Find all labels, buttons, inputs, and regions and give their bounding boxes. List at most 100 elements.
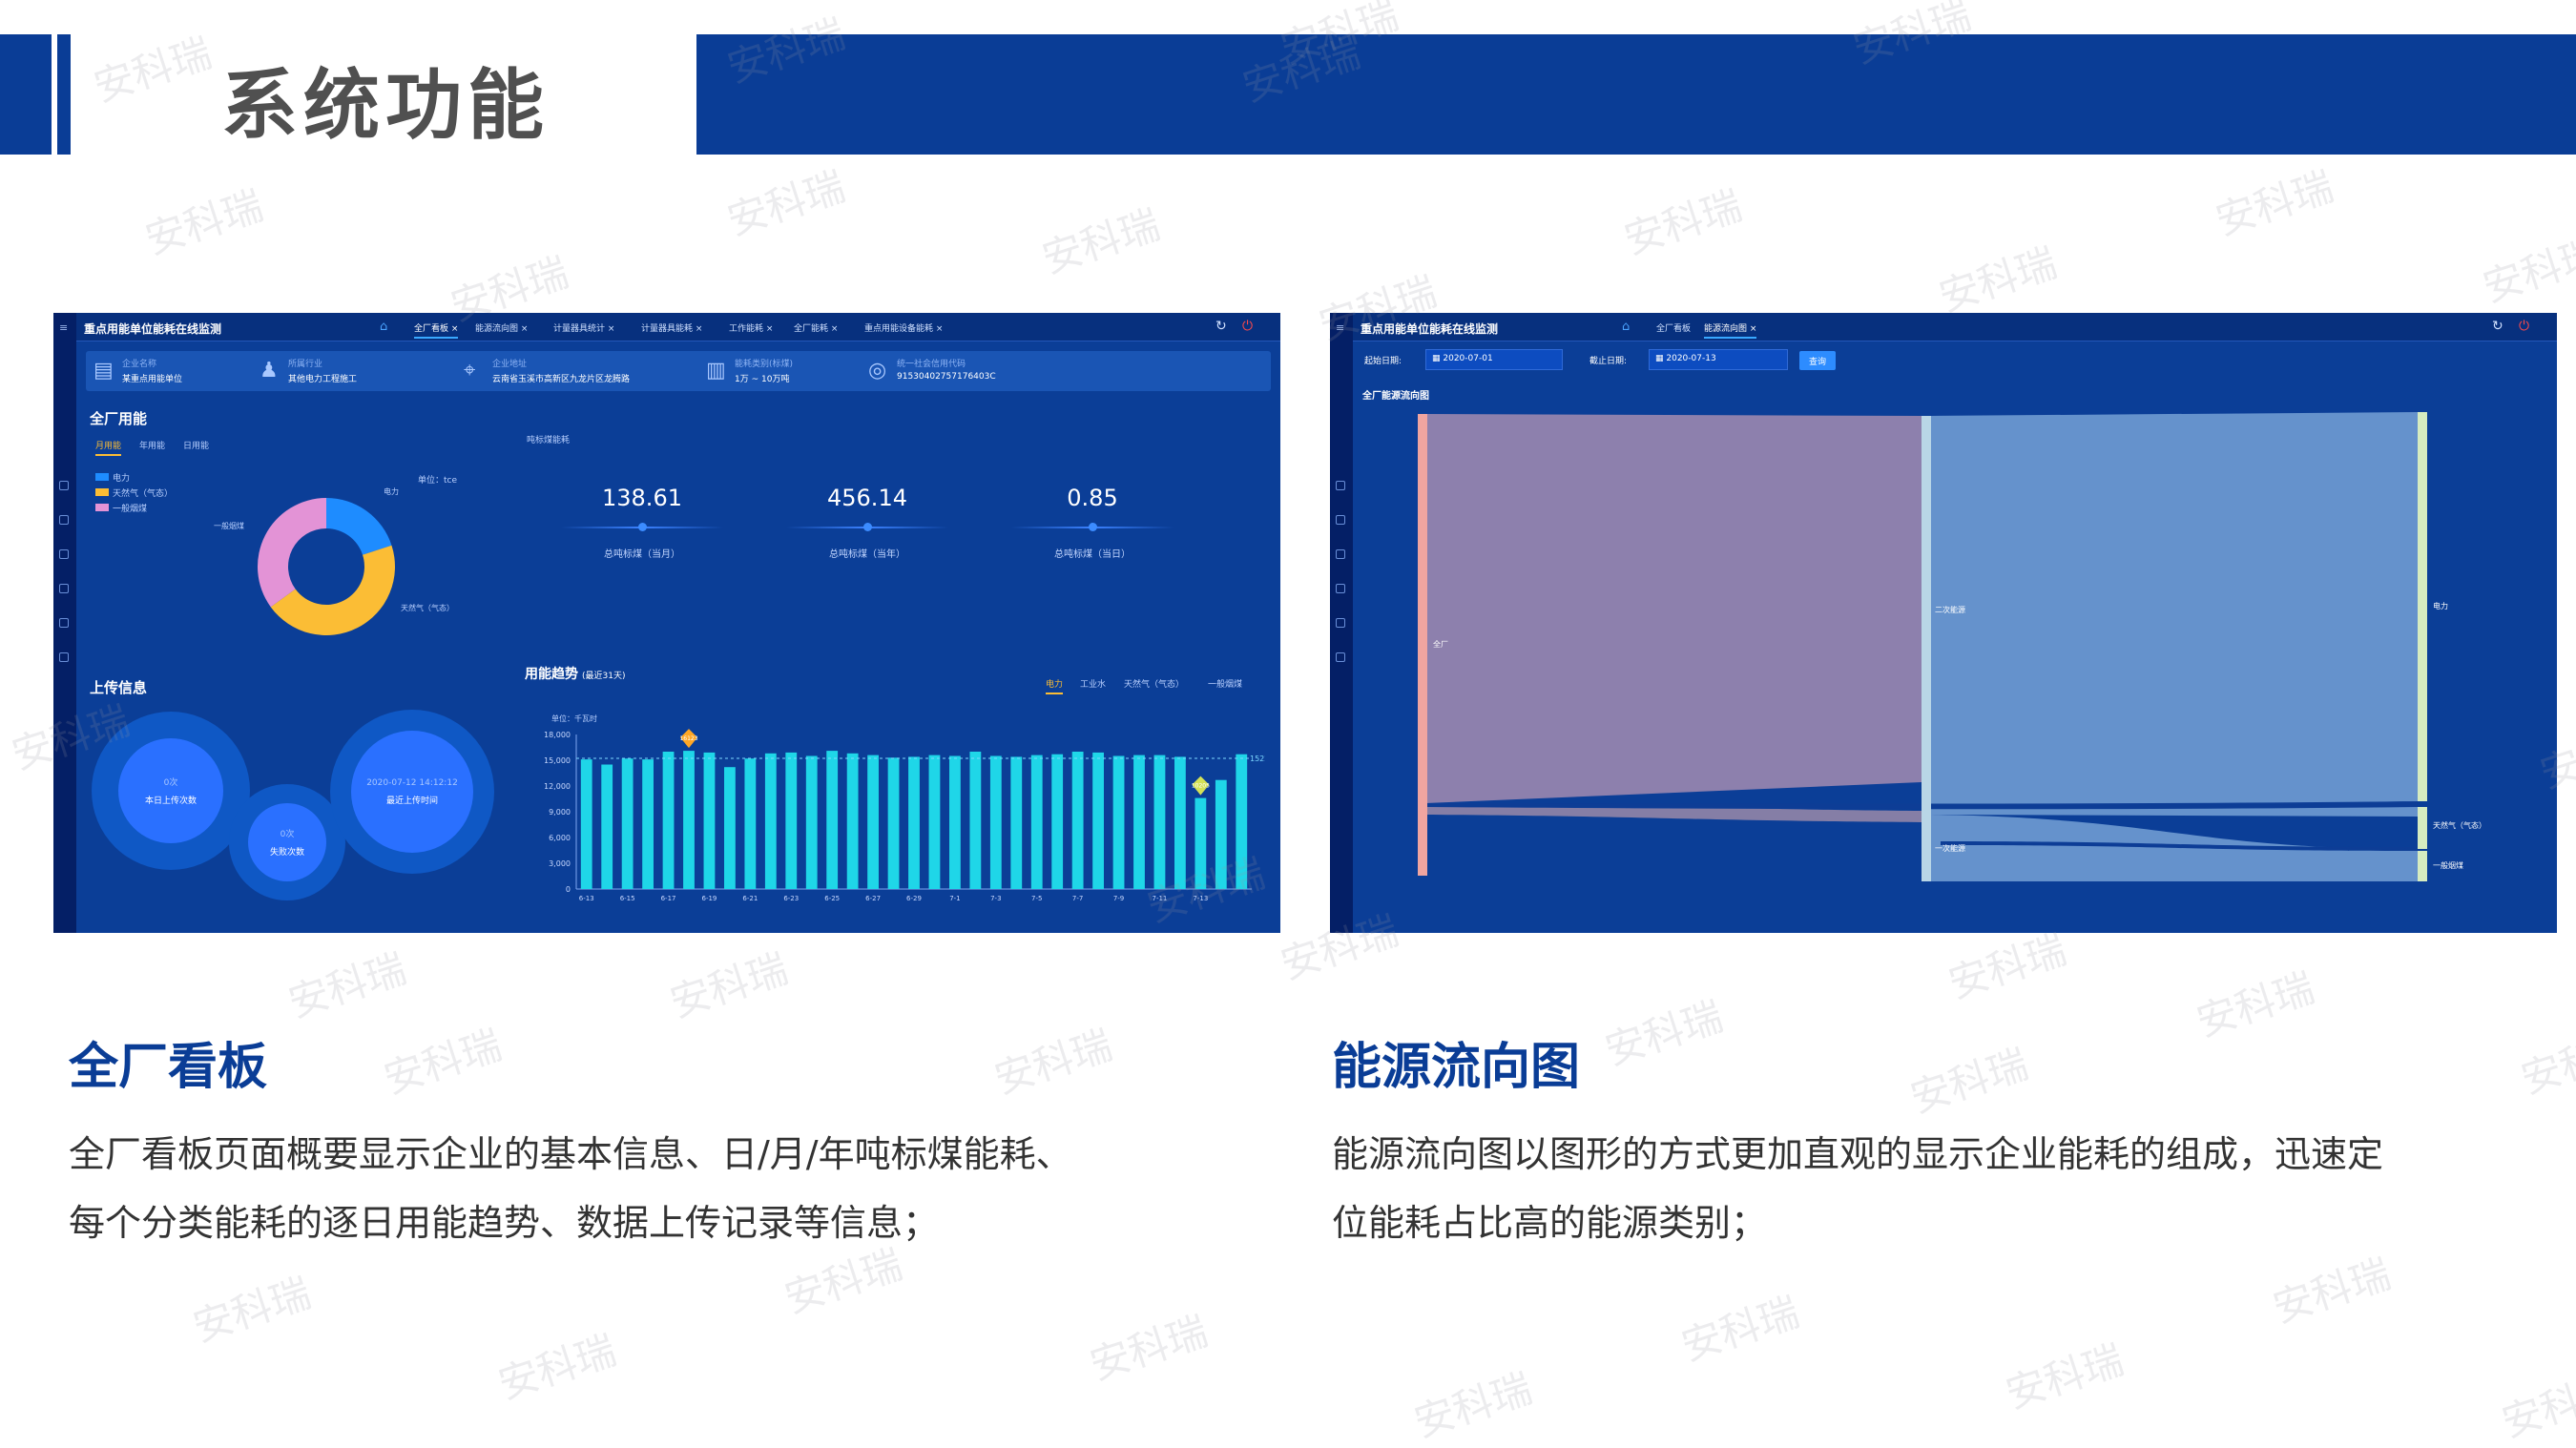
min-marker-label: 10205	[1192, 783, 1210, 790]
x-tick-label: 6-25	[824, 895, 840, 902]
watermark-text: 安科瑞	[988, 1021, 1118, 1104]
x-tick-label: 7-7	[1072, 895, 1083, 902]
nav-icon-1[interactable]	[59, 481, 69, 490]
tab-key-equipment[interactable]: 重点用能设备能耗 ×	[864, 321, 943, 334]
bar	[703, 752, 716, 889]
average-label: 15227.65	[1250, 755, 1265, 763]
donut-label-coal: 一般烟煤	[214, 522, 244, 530]
x-tick-label: 7-5	[1031, 895, 1042, 902]
y-tick-label: 3,000	[549, 859, 571, 868]
watermark-text: 安科瑞	[2477, 229, 2576, 312]
tab-meter-stats[interactable]: 计量器具统计 ×	[553, 321, 614, 334]
header-banner	[696, 34, 2576, 155]
node-label-primary: 一次能源	[1935, 843, 1965, 853]
top-bar: 重点用能单位能耗在线监测 ⌂ 全厂看板 × 能源流向图 × 计量器具统计 × 计…	[76, 313, 1280, 341]
trend-tab-water[interactable]: 工业水	[1080, 677, 1106, 690]
watermark-text: 安科瑞	[1599, 992, 1729, 1075]
header-accent-stripe	[57, 34, 71, 155]
kpi-day-label: 总吨标煤（当日）	[1054, 549, 1131, 560]
y-tick-label: 15,000	[544, 756, 571, 765]
bar	[949, 755, 961, 889]
watermark-text: 安科瑞	[2210, 162, 2339, 245]
x-tick-label: 7-11	[1153, 895, 1168, 902]
bar	[969, 752, 982, 889]
power-icon[interactable]: ⏻	[1242, 319, 1253, 334]
id-icon: ◎	[868, 359, 887, 383]
x-tick-label: 6-23	[783, 895, 799, 902]
watermark-text: 安科瑞	[1933, 238, 2063, 321]
upload-panel-title: 上传信息	[90, 679, 148, 696]
trend-tab-gas[interactable]: 天然气（气态）	[1124, 677, 1184, 690]
location-pin-icon: ⌖	[464, 359, 476, 383]
tab-meter-energy[interactable]: 计量器具能耗 ×	[641, 321, 702, 334]
legend-electricity: 电力	[95, 471, 130, 484]
watermark-text: 安科瑞	[187, 1269, 317, 1352]
bar	[662, 752, 675, 889]
x-tick-label: 6-15	[620, 895, 635, 902]
bar	[887, 757, 900, 889]
bar	[826, 751, 839, 889]
tab-overview[interactable]: 全厂看板 ×	[414, 321, 459, 339]
bar	[1195, 797, 1207, 889]
bar	[1112, 755, 1125, 889]
node-plant	[1418, 414, 1427, 876]
x-tick-label: 6-17	[661, 895, 676, 902]
app-title: 重点用能单位能耗在线监测	[84, 322, 222, 336]
bar	[805, 755, 818, 889]
watermark-text: 安科瑞	[1084, 1307, 1214, 1390]
node-label-gas: 天然气（气态）	[2433, 820, 2486, 830]
nav-icon-6[interactable]	[59, 652, 69, 662]
nav-icon-5[interactable]	[59, 618, 69, 628]
bar	[867, 755, 879, 889]
tab-monthly[interactable]: 月用能	[95, 439, 122, 456]
watermark-text: 安科瑞	[1036, 200, 1166, 283]
node-label-secondary: 二次能源	[1935, 605, 1965, 614]
nav-icon-3[interactable]	[59, 549, 69, 559]
trend-tab-coal[interactable]: 一般烟煤	[1208, 677, 1242, 690]
nav-icon-4[interactable]	[59, 584, 69, 593]
energy-panel-title: 全厂用能	[90, 410, 148, 427]
y-tick-label: 18,000	[544, 731, 571, 739]
kpi-month: 138.61 总吨标煤（当月）	[551, 485, 733, 560]
bar	[683, 751, 695, 889]
tab-daily[interactable]: 日用能	[183, 439, 209, 451]
watermark-text: 安科瑞	[2515, 1021, 2576, 1104]
watermark-text: 安科瑞	[664, 944, 794, 1027]
x-tick-label: 7-3	[990, 895, 1001, 902]
flow-plant-to-secondary	[1425, 414, 1922, 803]
x-tick-label: 6-13	[579, 895, 594, 902]
tab-energy-flow[interactable]: 能源流向图 ×	[475, 321, 528, 334]
node-label-electricity: 电力	[2433, 601, 2448, 610]
tab-yearly[interactable]: 年用能	[139, 439, 165, 451]
watermark-text: 安科瑞	[1904, 1040, 2034, 1123]
node-primary	[1922, 782, 1931, 881]
tab-work-energy[interactable]: 工作能耗 ×	[729, 321, 773, 334]
nav-icon-2[interactable]	[59, 515, 69, 525]
watermark-text: 安科瑞	[2496, 1364, 2576, 1447]
bar	[928, 755, 941, 889]
bar	[1051, 754, 1064, 889]
watermark-text: 安科瑞	[1618, 181, 1748, 264]
donut-label-electricity: 电力	[384, 487, 399, 496]
watermark-text: 安科瑞	[2000, 1335, 2129, 1418]
watermark-text: 安科瑞	[1408, 1364, 1538, 1447]
x-tick-label: 6-19	[702, 895, 717, 902]
tab-plant-energy[interactable]: 全厂能耗 ×	[794, 321, 838, 334]
bar	[764, 753, 777, 889]
bar	[846, 753, 859, 889]
refresh-icon[interactable]: ↻	[1215, 319, 1227, 334]
watermark-text: 安科瑞	[88, 29, 218, 112]
bar	[989, 755, 1002, 889]
node-secondary	[1922, 416, 1931, 782]
kpi-year: 456.14 总吨标煤（当年）	[777, 485, 958, 560]
menu-icon[interactable]: ≡	[59, 321, 68, 334]
bar	[1030, 755, 1043, 889]
bar	[1071, 752, 1084, 889]
bar	[642, 759, 654, 889]
x-tick-label: 6-27	[865, 895, 881, 902]
y-tick-label: 6,000	[549, 834, 571, 842]
watermark-text: 安科瑞	[721, 162, 851, 245]
home-icon[interactable]: ⌂	[380, 320, 387, 334]
trend-tab-electricity[interactable]: 电力	[1046, 677, 1064, 694]
watermark-text: 安科瑞	[139, 181, 269, 264]
